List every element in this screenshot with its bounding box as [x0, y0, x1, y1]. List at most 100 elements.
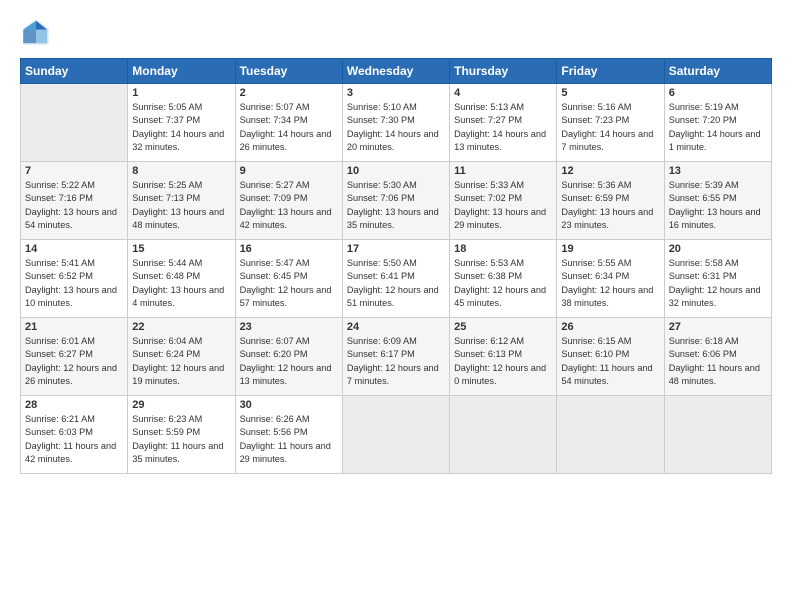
day-info: Sunrise: 5:53 AMSunset: 6:38 PMDaylight:… — [454, 257, 552, 310]
calendar-cell: 20 Sunrise: 5:58 AMSunset: 6:31 PMDayligh… — [664, 240, 771, 318]
day-number: 6 — [669, 87, 767, 99]
day-info: Sunrise: 6:15 AMSunset: 6:10 PMDaylight:… — [561, 335, 659, 388]
logo-icon — [20, 16, 52, 48]
calendar-cell: 12 Sunrise: 5:36 AMSunset: 6:59 PMDayligh… — [557, 162, 664, 240]
calendar-cell: 24 Sunrise: 6:09 AMSunset: 6:17 PMDayligh… — [342, 318, 449, 396]
day-number: 21 — [25, 321, 123, 333]
day-info: Sunrise: 5:36 AMSunset: 6:59 PMDaylight:… — [561, 179, 659, 232]
day-number: 5 — [561, 87, 659, 99]
calendar-cell — [664, 396, 771, 474]
day-number: 28 — [25, 399, 123, 411]
day-number: 24 — [347, 321, 445, 333]
day-number: 11 — [454, 165, 552, 177]
weekday-header-saturday: Saturday — [664, 59, 771, 84]
day-info: Sunrise: 5:58 AMSunset: 6:31 PMDaylight:… — [669, 257, 767, 310]
day-number: 13 — [669, 165, 767, 177]
calendar-cell: 3 Sunrise: 5:10 AMSunset: 7:30 PMDaylight… — [342, 84, 449, 162]
day-info: Sunrise: 5:41 AMSunset: 6:52 PMDaylight:… — [25, 257, 123, 310]
day-info: Sunrise: 5:44 AMSunset: 6:48 PMDaylight:… — [132, 257, 230, 310]
weekday-header-monday: Monday — [128, 59, 235, 84]
day-number: 16 — [240, 243, 338, 255]
calendar-cell: 22Sunrise: 6:04 AMSunset: 6:24 PMDayligh… — [128, 318, 235, 396]
day-info: Sunrise: 5:47 AMSunset: 6:45 PMDaylight:… — [240, 257, 338, 310]
day-info: Sunrise: 5:50 AMSunset: 6:41 PMDaylight:… — [347, 257, 445, 310]
day-number: 3 — [347, 87, 445, 99]
weekday-header-thursday: Thursday — [450, 59, 557, 84]
weekday-header-wednesday: Wednesday — [342, 59, 449, 84]
day-info: Sunrise: 6:12 AMSunset: 6:13 PMDaylight:… — [454, 335, 552, 388]
day-info: Sunrise: 6:21 AMSunset: 6:03 PMDaylight:… — [25, 413, 123, 466]
day-info: Sunrise: 5:30 AMSunset: 7:06 PMDaylight:… — [347, 179, 445, 232]
logo — [20, 16, 56, 48]
day-number: 26 — [561, 321, 659, 333]
day-number: 25 — [454, 321, 552, 333]
calendar-cell — [21, 84, 128, 162]
weekday-header-row: SundayMondayTuesdayWednesdayThursdayFrid… — [21, 59, 772, 84]
day-number: 12 — [561, 165, 659, 177]
calendar-cell: 26 Sunrise: 6:15 AMSunset: 6:10 PMDayligh… — [557, 318, 664, 396]
header — [20, 16, 772, 48]
day-info: Sunrise: 6:07 AMSunset: 6:20 PMDaylight:… — [240, 335, 338, 388]
week-row-1: 7 Sunrise: 5:22 AMSunset: 7:16 PMDaylight… — [21, 162, 772, 240]
page: SundayMondayTuesdayWednesdayThursdayFrid… — [0, 0, 792, 612]
calendar-cell: 11Sunrise: 5:33 AMSunset: 7:02 PMDayligh… — [450, 162, 557, 240]
day-number: 29 — [132, 399, 230, 411]
day-number: 1 — [132, 87, 230, 99]
day-number: 14 — [25, 243, 123, 255]
calendar-cell — [450, 396, 557, 474]
day-info: Sunrise: 5:55 AMSunset: 6:34 PMDaylight:… — [561, 257, 659, 310]
calendar-cell: 19 Sunrise: 5:55 AMSunset: 6:34 PMDayligh… — [557, 240, 664, 318]
calendar-cell — [342, 396, 449, 474]
week-row-2: 14 Sunrise: 5:41 AMSunset: 6:52 PMDayligh… — [21, 240, 772, 318]
calendar-cell: 27 Sunrise: 6:18 AMSunset: 6:06 PMDayligh… — [664, 318, 771, 396]
day-info: Sunrise: 5:39 AMSunset: 6:55 PMDaylight:… — [669, 179, 767, 232]
day-info: Sunrise: 5:07 AMSunset: 7:34 PMDaylight:… — [240, 101, 338, 154]
day-info: Sunrise: 5:10 AMSunset: 7:30 PMDaylight:… — [347, 101, 445, 154]
day-number: 20 — [669, 243, 767, 255]
week-row-4: 28 Sunrise: 6:21 AMSunset: 6:03 PMDayligh… — [21, 396, 772, 474]
calendar-cell: 13 Sunrise: 5:39 AMSunset: 6:55 PMDayligh… — [664, 162, 771, 240]
weekday-header-tuesday: Tuesday — [235, 59, 342, 84]
calendar-cell: 8Sunrise: 5:25 AMSunset: 7:13 PMDaylight… — [128, 162, 235, 240]
day-info: Sunrise: 6:01 AMSunset: 6:27 PMDaylight:… — [25, 335, 123, 388]
day-number: 15 — [132, 243, 230, 255]
day-number: 7 — [25, 165, 123, 177]
day-number: 4 — [454, 87, 552, 99]
calendar-cell: 1 Sunrise: 5:05 AMSunset: 7:37 PMDaylight… — [128, 84, 235, 162]
day-info: Sunrise: 6:09 AMSunset: 6:17 PMDaylight:… — [347, 335, 445, 388]
calendar: SundayMondayTuesdayWednesdayThursdayFrid… — [20, 58, 772, 474]
day-info: Sunrise: 6:23 AMSunset: 5:59 PMDaylight:… — [132, 413, 230, 466]
day-number: 19 — [561, 243, 659, 255]
calendar-cell: 14 Sunrise: 5:41 AMSunset: 6:52 PMDayligh… — [21, 240, 128, 318]
calendar-cell: 4 Sunrise: 5:13 AMSunset: 7:27 PMDaylight… — [450, 84, 557, 162]
calendar-cell: 15 Sunrise: 5:44 AMSunset: 6:48 PMDayligh… — [128, 240, 235, 318]
day-number: 27 — [669, 321, 767, 333]
day-info: Sunrise: 5:05 AMSunset: 7:37 PMDaylight:… — [132, 101, 230, 154]
day-info: Sunrise: 5:25 AMSunset: 7:13 PMDaylight:… — [132, 179, 230, 232]
calendar-cell: 28 Sunrise: 6:21 AMSunset: 6:03 PMDayligh… — [21, 396, 128, 474]
day-info: Sunrise: 5:16 AMSunset: 7:23 PMDaylight:… — [561, 101, 659, 154]
weekday-header-sunday: Sunday — [21, 59, 128, 84]
day-number: 18 — [454, 243, 552, 255]
calendar-cell: 5 Sunrise: 5:16 AMSunset: 7:23 PMDaylight… — [557, 84, 664, 162]
calendar-cell — [557, 396, 664, 474]
weekday-header-friday: Friday — [557, 59, 664, 84]
calendar-cell: 16 Sunrise: 5:47 AMSunset: 6:45 PMDayligh… — [235, 240, 342, 318]
day-number: 23 — [240, 321, 338, 333]
day-number: 9 — [240, 165, 338, 177]
calendar-cell: 2 Sunrise: 5:07 AMSunset: 7:34 PMDaylight… — [235, 84, 342, 162]
calendar-cell: 30Sunrise: 6:26 AMSunset: 5:56 PMDayligh… — [235, 396, 342, 474]
day-info: Sunrise: 5:19 AMSunset: 7:20 PMDaylight:… — [669, 101, 767, 154]
calendar-cell: 18 Sunrise: 5:53 AMSunset: 6:38 PMDayligh… — [450, 240, 557, 318]
day-number: 17 — [347, 243, 445, 255]
calendar-cell: 9Sunrise: 5:27 AMSunset: 7:09 PMDaylight… — [235, 162, 342, 240]
day-info: Sunrise: 5:22 AMSunset: 7:16 PMDaylight:… — [25, 179, 123, 232]
day-info: Sunrise: 5:13 AMSunset: 7:27 PMDaylight:… — [454, 101, 552, 154]
calendar-cell: 29 Sunrise: 6:23 AMSunset: 5:59 PMDayligh… — [128, 396, 235, 474]
day-number: 22 — [132, 321, 230, 333]
calendar-cell: 23 Sunrise: 6:07 AMSunset: 6:20 PMDayligh… — [235, 318, 342, 396]
day-number: 2 — [240, 87, 338, 99]
day-number: 10 — [347, 165, 445, 177]
day-info: Sunrise: 6:18 AMSunset: 6:06 PMDaylight:… — [669, 335, 767, 388]
calendar-cell: 7 Sunrise: 5:22 AMSunset: 7:16 PMDaylight… — [21, 162, 128, 240]
